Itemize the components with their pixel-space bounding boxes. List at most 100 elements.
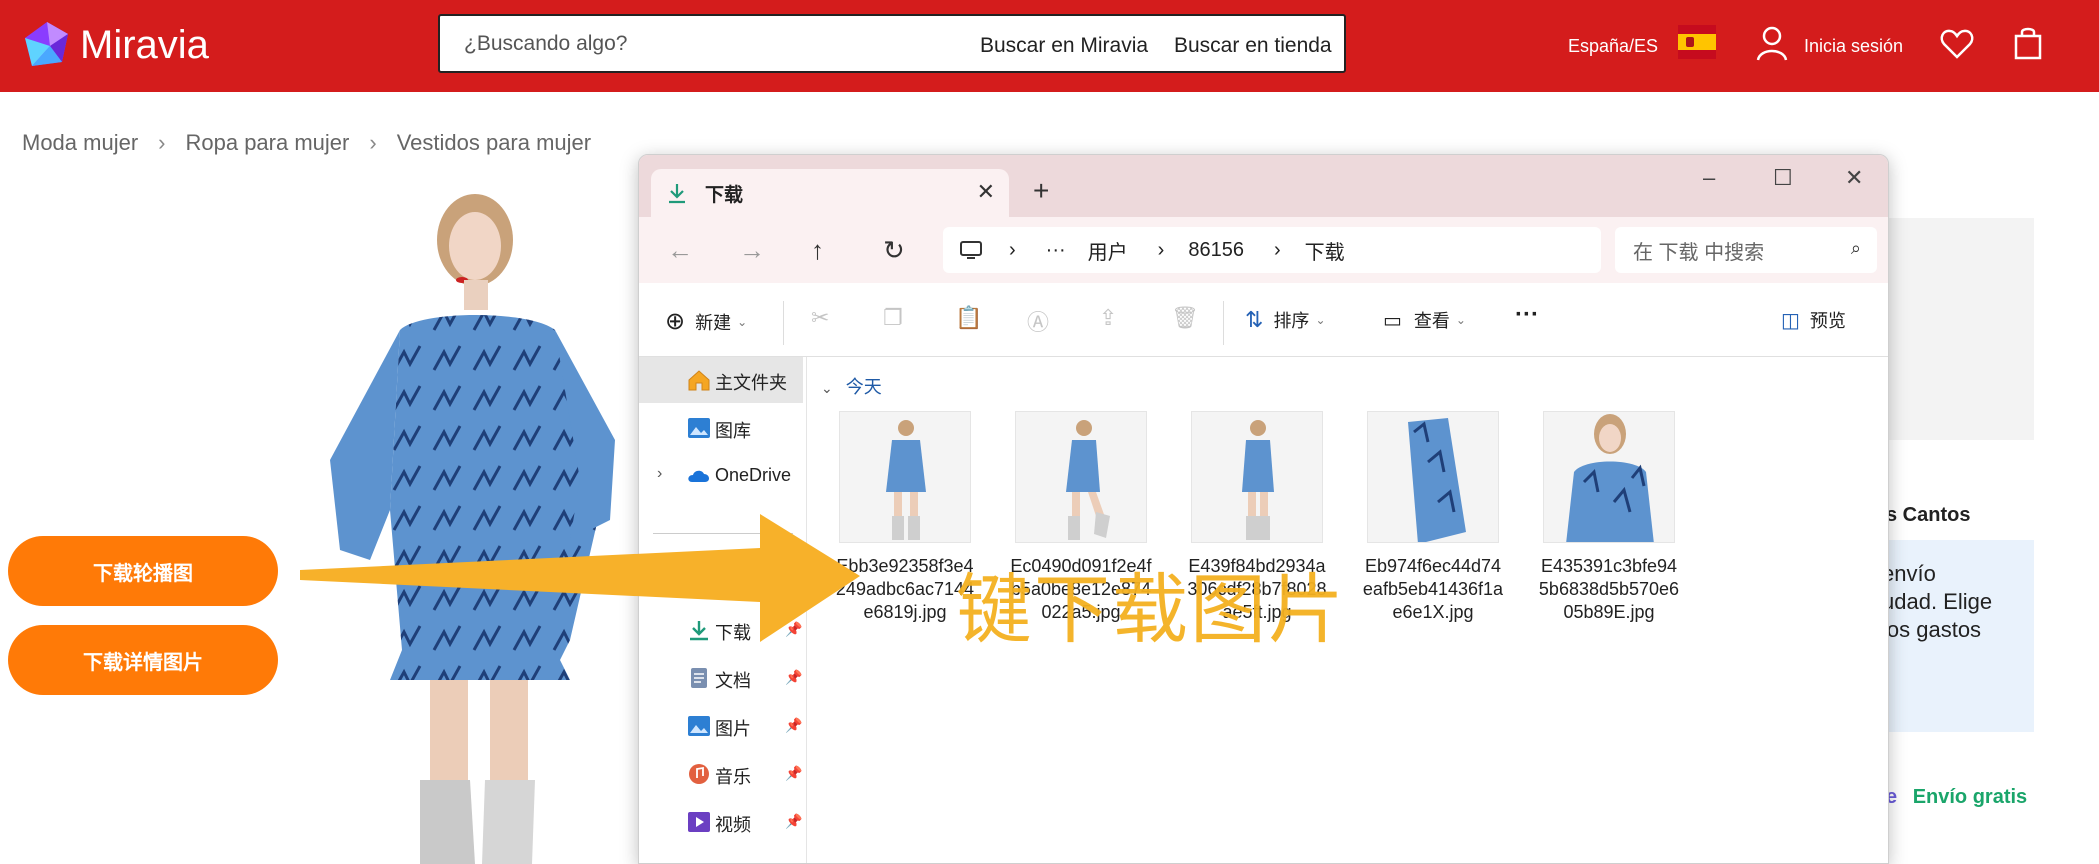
address-segment-downloads[interactable]: 下载: [1305, 236, 1345, 265]
new-tab-icon[interactable]: +: [1033, 175, 1049, 207]
sort-icon: ⇅: [1245, 307, 1264, 332]
address-more[interactable]: ···: [1046, 239, 1066, 262]
sidebar-item-pictures[interactable]: 图片 📌: [639, 703, 803, 749]
shopping-bag-icon[interactable]: [2014, 26, 2042, 60]
arrow-right-icon: [300, 514, 860, 642]
minimize-icon[interactable]: –: [1703, 165, 1715, 191]
close-window-icon[interactable]: ✕: [1845, 165, 1863, 191]
toolbar-divider: [783, 301, 784, 345]
pin-icon: 📌: [785, 765, 803, 781]
sidebar-item-onedrive[interactable]: › OneDrive: [639, 453, 803, 499]
music-icon: [689, 764, 709, 784]
video-icon: [688, 812, 710, 832]
sidebar-item-videos[interactable]: 视频 📌: [639, 799, 803, 845]
toolbar-divider: [1223, 301, 1224, 345]
breadcrumb-item[interactable]: Moda mujer: [22, 130, 138, 156]
title-bar: 下载 ✕ + – ☐ ✕: [639, 155, 1888, 217]
address-segment-users[interactable]: 用户: [1088, 236, 1128, 265]
view-button[interactable]: ▭ 查看 ⌄: [1383, 307, 1466, 333]
sidebar-item-home[interactable]: 主文件夹: [639, 357, 803, 403]
tab-downloads[interactable]: 下载 ✕: [651, 169, 1009, 217]
search-miravia-button[interactable]: Buscar en Miravia: [980, 34, 1148, 58]
new-button[interactable]: ⊕ 新建 ⌄: [665, 307, 747, 336]
sidebar-item-label: 音乐: [715, 767, 751, 787]
search-store-button[interactable]: Buscar en tienda: [1174, 34, 1332, 58]
cloud-icon: [688, 470, 710, 482]
locale-selector[interactable]: España/ES: [1568, 0, 1658, 92]
chevron-right-icon[interactable]: ›: [657, 465, 662, 483]
product-info-panel: [1886, 218, 2034, 440]
user-icon[interactable]: [1756, 26, 1788, 62]
chevron-down-icon: ⌄: [737, 314, 748, 329]
sidebar-item-label: 视频: [715, 815, 751, 835]
preview-button[interactable]: ◫ 预览: [1781, 307, 1846, 333]
sidebar-item-label: 主文件夹: [715, 373, 787, 393]
cut-icon[interactable]: ✂: [811, 305, 829, 331]
file-thumbnail[interactable]: [1191, 411, 1323, 543]
maximize-icon[interactable]: ☐: [1773, 165, 1793, 191]
brand-logo[interactable]: Miravia: [22, 20, 209, 70]
close-tab-icon[interactable]: ✕: [977, 179, 995, 205]
login-label: Inicia sesión: [1804, 35, 1904, 56]
more-options-button[interactable]: ···: [1515, 301, 1539, 329]
breadcrumb: Moda mujer › Ropa para mujer › Vestidos …: [22, 130, 591, 156]
gallery-icon: [688, 418, 710, 438]
spain-flag-icon[interactable]: [1678, 25, 1716, 59]
preview-button-label: 预览: [1809, 311, 1846, 331]
search-icon: ⌕: [1850, 238, 1861, 258]
up-icon[interactable]: ↑: [811, 235, 824, 266]
address-segment-user[interactable]: 86156: [1188, 239, 1244, 262]
file-thumbnail[interactable]: [1015, 411, 1147, 543]
free-shipping-text: Envío gratis: [1912, 786, 2028, 808]
brand-name: Miravia: [80, 22, 209, 67]
file-thumbnail[interactable]: [1367, 411, 1499, 543]
locale-label: España/ES: [1568, 35, 1659, 56]
paste-icon[interactable]: 📋: [955, 305, 982, 331]
view-button-label: 查看: [1413, 311, 1450, 331]
forward-icon[interactable]: →: [739, 235, 765, 266]
rename-icon[interactable]: Ⓐ: [1027, 305, 1049, 337]
search-input[interactable]: [464, 31, 944, 56]
chevron-right-icon: ›: [158, 130, 166, 155]
breadcrumb-item[interactable]: Vestidos para mujer: [397, 130, 591, 156]
delete-icon[interactable]: 🗑: [1171, 305, 1199, 331]
computer-icon: [960, 241, 982, 259]
store-name[interactable]: s Cantos: [1886, 504, 1970, 527]
file-name[interactable]: Eb974f6ec44d74eafb5eb41436f1ae6e1X.jpg: [1362, 555, 1504, 624]
sidebar-item-documents[interactable]: 文档 📌: [639, 655, 803, 701]
pin-icon: 📌: [785, 813, 803, 829]
chevron-down-icon: ⌄: [1455, 313, 1466, 327]
shipping-info-box: envío udad. Elige los gastos: [1882, 540, 2034, 732]
chevron-down-icon: ⌄: [1315, 313, 1326, 327]
sort-button-label: 排序: [1273, 311, 1310, 331]
download-carousel-button[interactable]: 下载轮播图: [8, 536, 278, 606]
home-icon: [688, 370, 710, 391]
shipping-info-text: envío udad. Elige los gastos: [1882, 561, 1993, 642]
document-icon: [691, 668, 707, 688]
group-label: 今天: [845, 377, 882, 397]
refresh-icon[interactable]: ↻: [883, 235, 905, 266]
sidebar-item-label: 图片: [715, 719, 751, 739]
download-icon: [669, 184, 685, 204]
back-icon[interactable]: ←: [667, 235, 693, 266]
sidebar-item-music[interactable]: 音乐 📌: [639, 751, 803, 797]
copy-icon[interactable]: ❐: [883, 305, 903, 331]
download-details-button[interactable]: 下载详情图片: [8, 625, 278, 695]
share-icon[interactable]: ⇪: [1099, 305, 1117, 331]
file-name[interactable]: E435391c3bfe945b6838d5b570e605b89E.jpg: [1538, 555, 1680, 624]
sidebar-item-label: 文档: [715, 671, 751, 691]
preview-pane-icon: ◫: [1781, 309, 1800, 332]
file-thumbnail[interactable]: [1543, 411, 1675, 543]
group-header[interactable]: ⌄ 今天: [821, 373, 882, 399]
pin-icon: 📌: [785, 669, 803, 685]
heart-icon[interactable]: [1940, 28, 1974, 60]
sort-button[interactable]: ⇅ 排序 ⌄: [1245, 307, 1326, 333]
address-bar[interactable]: › ··· 用户 › 86156 › 下载: [943, 227, 1601, 273]
sidebar-item-gallery[interactable]: 图库: [639, 405, 803, 451]
login-link[interactable]: Inicia sesión: [1804, 0, 1903, 92]
explorer-search-box[interactable]: 在 下载 中搜索 ⌕: [1615, 227, 1877, 273]
chevron-right-icon: ›: [1009, 238, 1016, 261]
pin-icon: 📌: [785, 717, 803, 733]
breadcrumb-item[interactable]: Ropa para mujer: [185, 130, 349, 156]
chevron-right-icon: ›: [1273, 238, 1281, 261]
